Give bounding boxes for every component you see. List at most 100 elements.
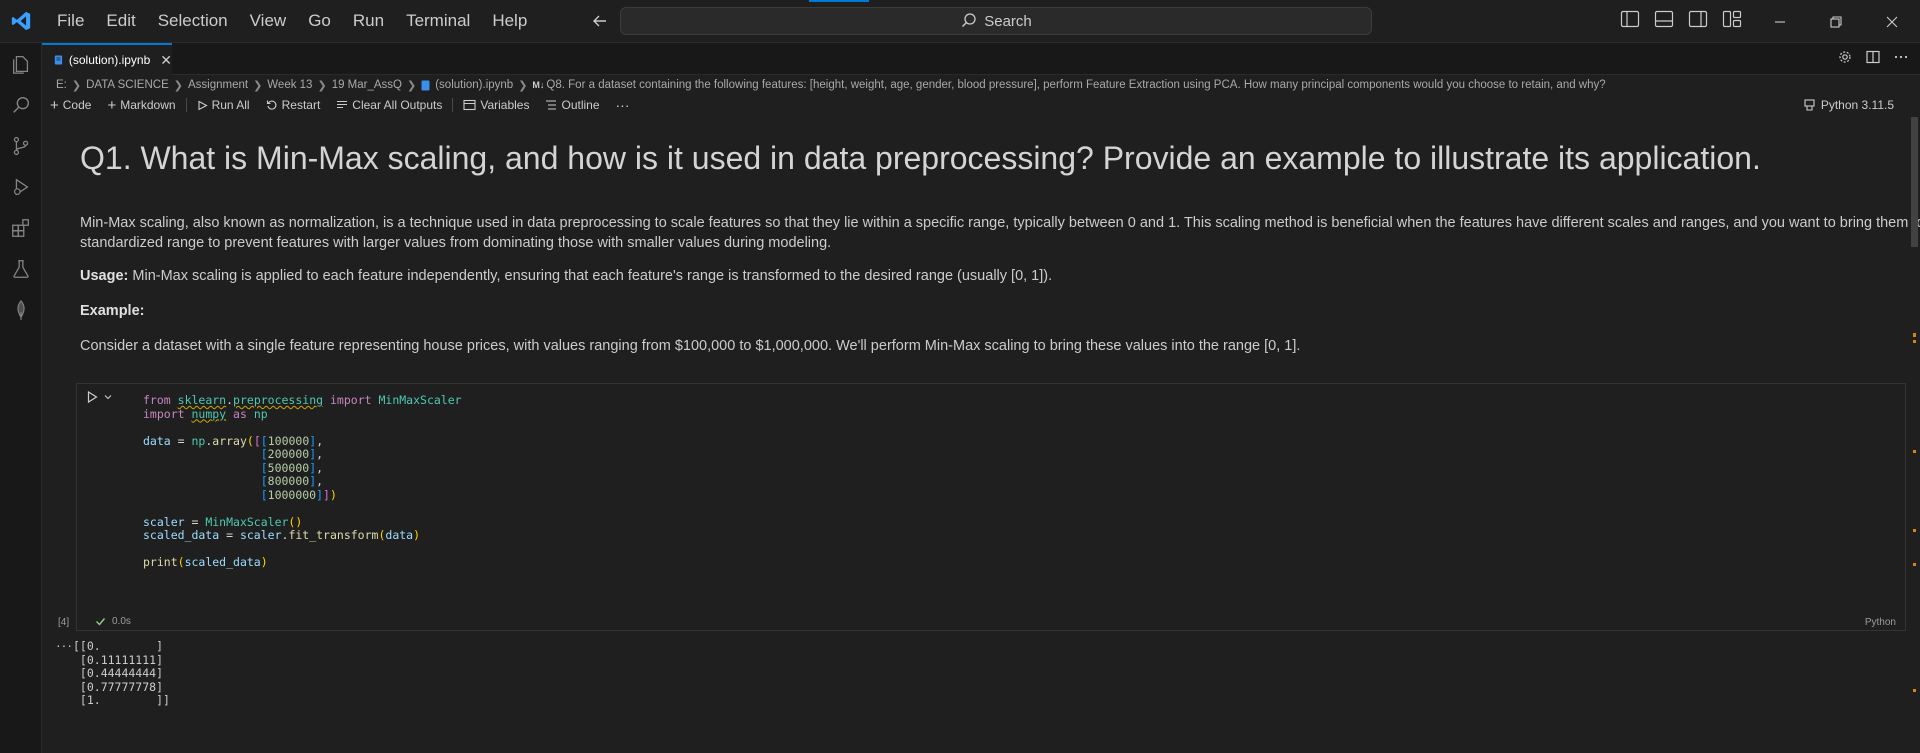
markdown-paragraph: Min-Max scaling, also known as normaliza… <box>80 215 1920 251</box>
chevron-right-icon: ❯ <box>71 79 82 92</box>
testing-flask-icon[interactable] <box>0 248 42 289</box>
markdown-symbol-icon: M↓ <box>532 80 545 90</box>
breadcrumb-item[interactable]: Q8. For a dataset containing the followi… <box>546 79 1605 91</box>
notebook-editor: Q1. What is Min-Max scaling, and how is … <box>42 116 1920 753</box>
plus-icon: + <box>107 96 117 114</box>
markdown-example-heading: Example: <box>80 301 1920 321</box>
toolbar-divider <box>452 98 454 112</box>
overview-ruler-mark <box>1913 340 1916 343</box>
notebook-file-icon <box>54 55 63 65</box>
breadcrumb: E: ❯ DATA SCIENCE ❯ Assignment ❯ Week 13 ❯ 1… <box>56 76 1606 94</box>
menu-edit[interactable]: Edit <box>95 0 146 42</box>
markdown-heading: Q1. What is Min-Max scaling, and how is … <box>80 140 1761 176</box>
overview-ruler-mark <box>1913 529 1916 532</box>
overview-ruler-mark <box>1913 450 1916 453</box>
add-code-cell-button[interactable]: + Code <box>42 95 99 115</box>
outline-list-icon <box>546 100 557 110</box>
chevron-down-icon[interactable] <box>103 392 113 402</box>
breadcrumb-item[interactable]: Assignment <box>188 79 248 91</box>
close-window-icon[interactable] <box>1864 0 1920 43</box>
breadcrumb-item[interactable]: Week 13 <box>267 79 312 91</box>
chevron-right-icon: ❯ <box>407 79 417 92</box>
chevron-right-icon: ❯ <box>518 79 528 92</box>
more-actions-icon[interactable] <box>1894 50 1908 69</box>
execution-status: 0.0s <box>95 616 131 627</box>
code-editor[interactable]: from sklearn.preprocessing import MinMax… <box>143 393 462 570</box>
menu-go[interactable]: Go <box>297 0 342 42</box>
restart-icon <box>266 100 277 110</box>
toggle-secondary-sidebar-icon[interactable] <box>1688 10 1708 33</box>
add-markdown-label: Markdown <box>120 98 176 112</box>
tab-label: (solution).ipynb <box>68 53 151 67</box>
markdown-example-paragraph: Consider a dataset with a single feature… <box>80 338 1301 354</box>
menu-run[interactable]: Run <box>342 0 395 42</box>
code-cell[interactable]: from sklearn.preprocessing import MinMax… <box>76 383 1906 631</box>
cell-language[interactable]: Python <box>1865 617 1896 628</box>
title-bar: File Edit Selection View Go Run Terminal… <box>0 0 1920 43</box>
output-more-icon[interactable]: ··· <box>56 637 73 653</box>
menu-bar: File Edit Selection View Go Run Terminal… <box>46 0 538 42</box>
explorer-icon[interactable] <box>0 43 42 84</box>
cell-run-controls <box>85 390 113 404</box>
tab-solution-notebook[interactable]: (solution).ipynb ✕ <box>42 43 172 75</box>
clear-all-outputs-label: Clear All Outputs <box>352 98 443 112</box>
toolbar-divider <box>185 98 187 112</box>
scrollbar-thumb[interactable] <box>1911 117 1918 247</box>
menu-terminal[interactable]: Terminal <box>395 0 481 42</box>
menu-file[interactable]: File <box>46 0 95 42</box>
toolbar-more-button[interactable]: ··· <box>608 95 638 115</box>
search-icon <box>962 13 976 27</box>
execution-time: 0.0s <box>112 616 131 627</box>
split-editor-icon[interactable] <box>1866 50 1880 69</box>
minimize-icon[interactable] <box>1752 0 1808 43</box>
outline-button[interactable]: Outline <box>537 95 607 115</box>
usage-text: Min-Max scaling is applied to each featu… <box>132 268 1053 284</box>
restore-icon[interactable] <box>1808 0 1864 43</box>
settings-gear-icon[interactable] <box>1838 50 1852 69</box>
usage-label: Usage: <box>80 268 129 284</box>
activity-bar <box>0 43 42 753</box>
menu-view[interactable]: View <box>239 0 298 42</box>
restart-button[interactable]: Restart <box>258 95 329 115</box>
kernel-picker[interactable]: Python 3.11.5 <box>1804 95 1894 115</box>
run-debug-icon[interactable] <box>0 166 42 207</box>
search-view-icon[interactable] <box>0 84 42 125</box>
kernel-icon <box>1804 99 1815 111</box>
back-arrow-icon[interactable] <box>590 11 610 31</box>
play-icon <box>198 100 208 110</box>
add-code-label: Code <box>62 98 92 112</box>
variables-button[interactable]: Variables <box>455 95 537 115</box>
source-control-icon[interactable] <box>0 125 42 166</box>
overview-ruler-mark <box>1913 334 1916 337</box>
overview-ruler-mark <box>1913 563 1916 566</box>
chevron-right-icon: ❯ <box>173 79 183 92</box>
outline-label: Outline <box>561 98 600 112</box>
tab-close-icon[interactable]: ✕ <box>160 52 172 69</box>
kernel-label: Python 3.11.5 <box>1820 98 1894 112</box>
mongodb-leaf-icon[interactable] <box>0 289 42 330</box>
notebook-file-icon <box>421 80 430 90</box>
search-label: Search <box>984 12 1032 30</box>
command-center-search[interactable]: Search <box>620 7 1372 35</box>
more-dots-icon: ··· <box>615 97 630 113</box>
run-all-button[interactable]: Run All <box>189 95 258 115</box>
variables-label: Variables <box>480 98 530 112</box>
breadcrumb-item[interactable]: 19 Mar_AssQ <box>332 79 402 91</box>
variables-icon <box>463 99 476 111</box>
menu-help[interactable]: Help <box>481 0 538 42</box>
breadcrumb-item[interactable]: (solution).ipynb <box>435 79 513 91</box>
clear-all-outputs-button[interactable]: Clear All Outputs <box>328 95 450 115</box>
toggle-primary-sidebar-icon[interactable] <box>1620 10 1640 33</box>
chevron-right-icon: ❯ <box>253 79 263 92</box>
extensions-icon[interactable] <box>0 207 42 248</box>
menu-selection[interactable]: Selection <box>147 0 239 42</box>
breadcrumb-item[interactable]: E: <box>56 79 67 91</box>
restart-label: Restart <box>281 98 321 112</box>
add-markdown-cell-button[interactable]: + Markdown <box>99 95 183 115</box>
customize-layout-icon[interactable] <box>1722 10 1742 33</box>
overview-ruler-mark <box>1913 689 1916 692</box>
run-cell-play-icon[interactable] <box>85 390 99 404</box>
toggle-panel-icon[interactable] <box>1654 10 1674 33</box>
breadcrumb-item[interactable]: DATA SCIENCE <box>86 79 169 91</box>
vscode-logo-icon <box>0 0 42 43</box>
